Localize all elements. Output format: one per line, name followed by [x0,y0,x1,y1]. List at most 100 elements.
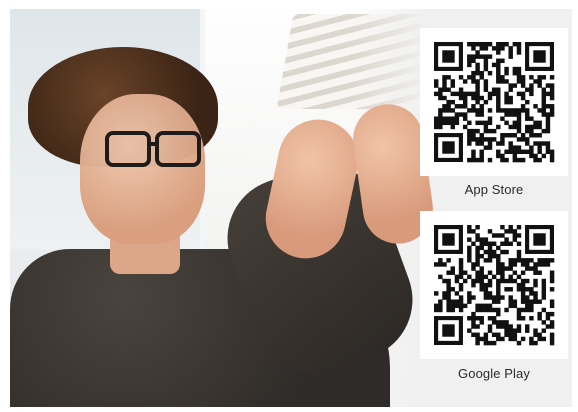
qr-module [467,225,472,230]
qr-module [549,299,555,304]
qr-module [487,278,493,284]
qr-module [471,79,476,84]
qr-module [446,291,451,296]
qr-module [512,229,518,234]
qr-module [438,307,443,313]
qr-module [504,320,509,325]
qr-module [537,124,542,130]
qr-module [512,262,518,267]
qr-module [545,104,551,109]
qr-module [471,149,476,155]
qr-module [533,295,538,300]
qr-module [516,258,522,263]
qr-module [512,157,518,163]
qr-module [500,274,505,280]
qr-module [504,157,509,163]
google-play-qr-card[interactable] [420,211,568,359]
qr-module [525,266,530,271]
qr-module [541,258,547,263]
qr-module [533,141,538,146]
qr-module [479,316,484,321]
qr-module [529,149,534,155]
qr-module [458,258,464,263]
qr-module [487,229,493,234]
qr-module [479,287,484,292]
qr-module [475,79,480,84]
qr-module [512,278,518,284]
qr-module [541,320,547,325]
qr-module [533,299,538,304]
qr-module [516,137,522,142]
qr-module [504,149,509,155]
qr-module [533,133,538,138]
qr-module [496,58,501,63]
qr-module [467,42,472,47]
qr-module [475,249,480,255]
qr-module [475,50,480,55]
qr-module [487,157,493,163]
qr-module [545,83,551,88]
qr-module [549,75,555,80]
qr-module [508,332,513,338]
qr-module [496,336,501,342]
qr-module [471,137,476,142]
qr-module [549,112,555,117]
qr-module [487,108,493,113]
qr-module [512,70,518,76]
qr-module [450,116,455,121]
qr-module [475,336,480,342]
qr-module [471,75,476,80]
qr-module [471,282,476,288]
qr-module [483,274,489,280]
qr-module [537,83,542,88]
qr-module [491,249,497,255]
qr-module [458,262,464,267]
qr-module [434,120,439,126]
qr-module [500,233,505,238]
qr-module [471,157,476,163]
qr-module [508,287,513,292]
qr-module [533,332,538,338]
qr-module [438,258,443,263]
qr-module [520,299,526,304]
qr-module [500,42,505,47]
qr-module [491,299,497,304]
qr-module [450,287,455,292]
qr-module [516,249,522,255]
qr-module [434,307,439,313]
qr-module [471,332,476,338]
qr-module [434,91,439,97]
qr-module [438,274,443,280]
qr-module [496,299,501,304]
qr-module [471,316,476,321]
qr-module [446,108,451,113]
qr-module [496,99,501,105]
qr-module [520,262,526,267]
qr-finder-pattern [442,50,455,63]
app-store-qr-card[interactable] [420,28,568,176]
qr-module [504,66,509,72]
glasses-left-lens [105,131,151,167]
qr-module [500,116,505,121]
qr-module [533,282,538,288]
qr-module [545,112,551,117]
qr-module [454,120,460,126]
qr-module [475,70,480,76]
qr-module [487,128,493,134]
qr-module [467,245,472,251]
qr-module [496,295,501,300]
qr-module [483,58,489,63]
qr-module [487,245,493,251]
qr-module [458,75,464,80]
qr-module [496,42,501,47]
qr-module [491,87,497,92]
qr-module [529,316,534,321]
qr-module [496,95,501,101]
qr-module [508,133,513,138]
qr-module [512,83,518,88]
qr-module [549,104,555,109]
qr-module [462,278,468,284]
qr-module [508,95,513,101]
qr-module [529,91,534,97]
qr-module [479,153,484,159]
